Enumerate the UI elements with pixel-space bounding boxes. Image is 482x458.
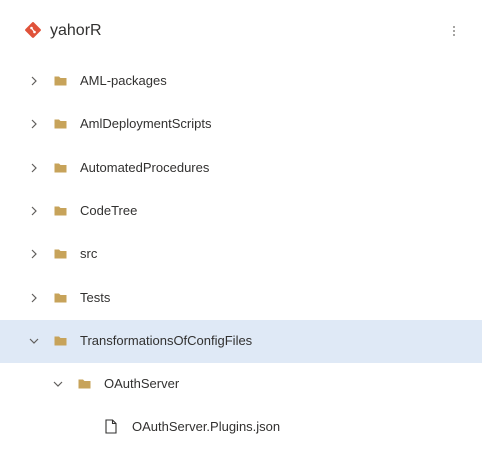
folder-icon — [54, 206, 67, 216]
tree-item-label: src — [80, 246, 98, 262]
tree-item-label: AmlDeploymentScripts — [80, 116, 212, 132]
tree-item-label: AutomatedProcedures — [80, 159, 210, 175]
file-icon — [105, 419, 117, 434]
chevron-right-icon[interactable] — [28, 204, 40, 218]
tree-folder-row[interactable]: AutomatedProcedures — [0, 147, 482, 190]
more-vertical-icon[interactable] — [447, 20, 461, 42]
tree-item-label: CodeTree — [80, 202, 138, 218]
tree-item-label: OAuthServer — [104, 376, 180, 392]
tree-item-label: AML-packages — [80, 73, 167, 88]
folder-icon — [54, 336, 67, 346]
chevron-right-icon[interactable] — [28, 247, 40, 261]
folder-icon — [54, 119, 67, 129]
folder-icon — [54, 76, 67, 86]
tree-folder-row[interactable]: Tests — [0, 277, 482, 320]
folder-icon — [78, 379, 91, 389]
chevron-down-icon[interactable] — [28, 334, 40, 348]
repo-name[interactable]: yahorR — [50, 20, 102, 42]
tree-item-label: TransformationsOfConfigFiles — [80, 332, 253, 348]
tree-folder-row[interactable]: AML-packages — [0, 60, 482, 103]
chevron-right-icon[interactable] — [28, 161, 40, 175]
chevron-right-icon[interactable] — [28, 291, 40, 305]
tree-file-row[interactable]: OAuthServer.Plugins.json — [0, 406, 482, 449]
chevron-down-icon[interactable] — [52, 377, 64, 391]
folder-icon — [54, 249, 67, 259]
tree-item-label: OAuthServer.Plugins.json — [132, 419, 281, 435]
file-explorer-panel: yahorR AML-packages AmlDeploymentScripts A… — [0, 0, 482, 458]
tree-folder-row[interactable]: OAuthServer — [0, 363, 482, 406]
tree-folder-row[interactable]: AmlDeploymentScripts — [0, 103, 482, 146]
tree-folder-row[interactable]: CodeTree — [0, 190, 482, 233]
folder-icon — [54, 293, 67, 302]
chevron-right-icon[interactable] — [28, 74, 40, 88]
repo-header: yahorR — [0, 10, 482, 54]
tree-item-label: Tests — [80, 289, 111, 305]
git-repo-icon — [25, 22, 41, 38]
tree-folder-row[interactable]: src — [0, 233, 482, 276]
folder-icon — [54, 163, 67, 173]
tree-folder-row[interactable]: TransformationsOfConfigFiles — [0, 319, 482, 363]
chevron-right-icon[interactable] — [28, 117, 40, 131]
